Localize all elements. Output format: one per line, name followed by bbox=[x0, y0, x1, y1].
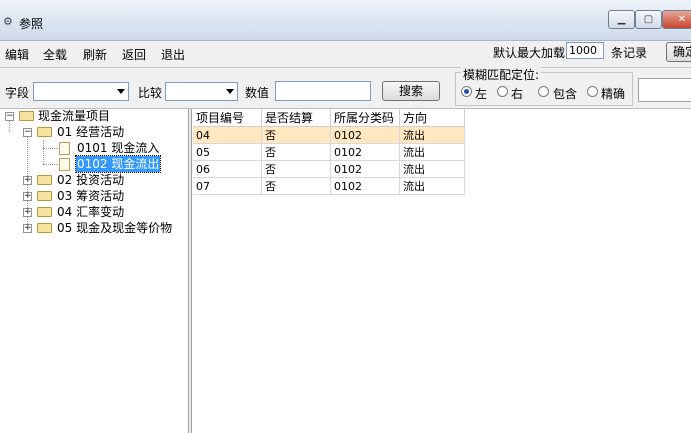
table-row[interactable]: 04 否 0102 流出 bbox=[193, 126, 465, 144]
folder-icon bbox=[37, 223, 52, 233]
radio-right-label: 右 bbox=[511, 87, 524, 101]
back-button[interactable]: 返回 bbox=[122, 46, 146, 63]
tree-node-04[interactable]: 04 汇率变动 bbox=[57, 204, 124, 220]
compare-select[interactable] bbox=[165, 82, 238, 101]
tree-node-05[interactable]: 05 现金及现金等价物 bbox=[57, 220, 172, 236]
app-logo-icon: ⚙ bbox=[3, 15, 13, 28]
table-cell: 05 bbox=[193, 143, 262, 161]
table-cell: 否 bbox=[261, 126, 331, 144]
column-header[interactable]: 项目编号 bbox=[193, 109, 262, 127]
chevron-down-icon bbox=[226, 89, 234, 94]
field-select[interactable] bbox=[33, 82, 129, 101]
table-cell: 0102 bbox=[330, 143, 400, 161]
column-header[interactable]: 是否结算 bbox=[261, 109, 331, 127]
document-icon bbox=[59, 158, 70, 171]
tree-node-01[interactable]: 01 经营活动 bbox=[57, 124, 124, 140]
collapse-icon[interactable]: − bbox=[23, 128, 32, 137]
refresh-button[interactable]: 刷新 bbox=[83, 46, 107, 63]
record-label: 条记录 bbox=[611, 46, 648, 60]
exit-button[interactable]: 退出 bbox=[161, 46, 185, 63]
expand-icon[interactable]: + bbox=[23, 176, 32, 185]
compare-label: 比较 bbox=[138, 86, 163, 100]
value-label: 数值 bbox=[245, 86, 270, 100]
table-cell: 流出 bbox=[399, 143, 465, 161]
tree-root[interactable]: 现金流量项目 bbox=[38, 108, 110, 124]
table-cell: 流出 bbox=[399, 126, 465, 144]
grid-header-row: 项目编号 是否结算 所属分类码 方向 bbox=[193, 109, 465, 127]
table-cell: 06 bbox=[193, 160, 262, 178]
field-label: 字段 bbox=[5, 86, 30, 100]
radio-exact[interactable] bbox=[587, 86, 598, 97]
load-all-button[interactable]: 全载 bbox=[43, 46, 67, 63]
value-input[interactable] bbox=[275, 81, 371, 101]
folder-open-icon bbox=[19, 111, 34, 121]
table-cell: 07 bbox=[193, 177, 262, 195]
table-cell: 0102 bbox=[330, 177, 400, 195]
tree-node-03[interactable]: 03 筹资活动 bbox=[57, 188, 124, 204]
radio-contains-label: 包含 bbox=[553, 87, 578, 101]
window-title: 参照 bbox=[19, 17, 44, 31]
table-cell: 04 bbox=[193, 126, 262, 144]
tree-line bbox=[43, 140, 44, 164]
chevron-down-icon bbox=[117, 89, 125, 94]
tree-line bbox=[43, 164, 57, 165]
extra-input[interactable] bbox=[638, 78, 691, 102]
table-cell: 流出 bbox=[399, 160, 465, 178]
maximize-button[interactable]: ▢ bbox=[635, 10, 662, 29]
max-load-label: 默认最大加载 bbox=[493, 46, 566, 60]
tree-line bbox=[43, 148, 57, 149]
table-row[interactable]: 06 否 0102 流出 bbox=[193, 160, 465, 178]
edit-button[interactable]: 编辑 bbox=[5, 46, 29, 63]
table-cell: 0102 bbox=[330, 160, 400, 178]
column-header[interactable]: 方向 bbox=[399, 109, 465, 127]
table-cell: 流出 bbox=[399, 177, 465, 195]
data-grid: 项目编号 是否结算 所属分类码 方向 04 否 0102 流出 05 否 010… bbox=[193, 109, 465, 195]
close-button[interactable]: ✕ bbox=[662, 10, 691, 29]
radio-left[interactable] bbox=[461, 86, 472, 97]
folder-icon bbox=[37, 191, 52, 201]
tree-node-0102[interactable]: 0102 现金流出 bbox=[74, 155, 162, 173]
tree-node-0101[interactable]: 0101 现金流入 bbox=[76, 140, 160, 156]
radio-left-label: 左 bbox=[475, 87, 488, 101]
table-cell: 否 bbox=[261, 143, 331, 161]
expand-icon[interactable]: + bbox=[23, 192, 32, 201]
column-header[interactable]: 所属分类码 bbox=[330, 109, 400, 127]
tree-line bbox=[9, 120, 10, 132]
expand-icon[interactable]: + bbox=[23, 208, 32, 217]
radio-contains[interactable] bbox=[538, 86, 549, 97]
document-icon bbox=[59, 142, 70, 155]
collapse-icon[interactable]: − bbox=[5, 112, 14, 121]
radio-right[interactable] bbox=[497, 86, 508, 97]
tree-node-02[interactable]: 02 投资活动 bbox=[57, 172, 124, 188]
title-bar bbox=[0, 0, 691, 41]
table-cell: 否 bbox=[261, 177, 331, 195]
folder-open-icon bbox=[37, 127, 52, 137]
max-load-input[interactable]: 1000 bbox=[566, 42, 604, 59]
table-cell: 0102 bbox=[330, 126, 400, 144]
expand-icon[interactable]: + bbox=[23, 224, 32, 233]
table-row[interactable]: 05 否 0102 流出 bbox=[193, 143, 465, 161]
radio-exact-label: 精确 bbox=[601, 87, 626, 101]
folder-icon bbox=[37, 175, 52, 185]
confirm-button[interactable]: 确定 bbox=[666, 42, 691, 62]
table-row[interactable]: 07 否 0102 流出 bbox=[193, 177, 465, 195]
fuzzy-match-legend: 模糊匹配定位: bbox=[461, 66, 542, 83]
minimize-button[interactable]: ▁ bbox=[608, 10, 635, 29]
table-cell: 否 bbox=[261, 160, 331, 178]
search-button[interactable]: 搜索 bbox=[382, 81, 440, 101]
folder-icon bbox=[37, 207, 52, 217]
